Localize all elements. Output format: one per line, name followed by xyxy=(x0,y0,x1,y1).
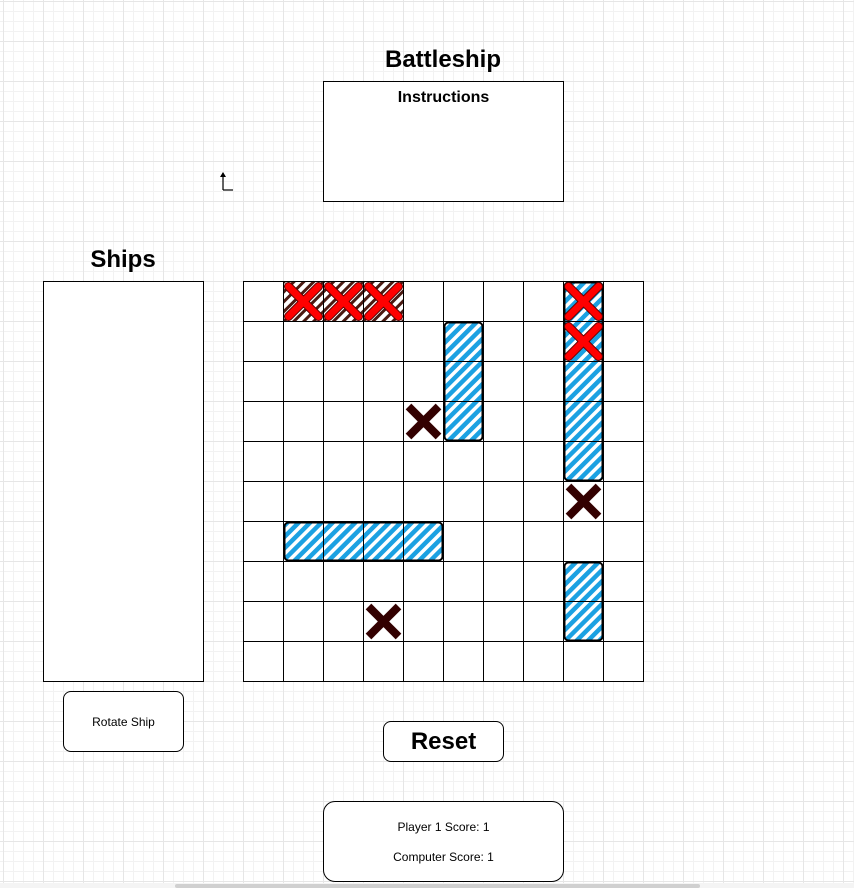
board-cell[interactable] xyxy=(283,561,324,602)
board-cell[interactable] xyxy=(603,521,644,562)
board-cell[interactable] xyxy=(363,561,404,602)
board-cell[interactable] xyxy=(283,401,324,442)
board-cell[interactable] xyxy=(483,561,524,602)
board-cell[interactable] xyxy=(363,641,404,682)
board-cell[interactable] xyxy=(283,481,324,522)
board-cell[interactable] xyxy=(563,521,604,562)
game-title: Battleship xyxy=(384,46,501,73)
board-cell[interactable] xyxy=(323,441,364,482)
instructions-panel: Instructions xyxy=(323,81,564,202)
board-cell[interactable] xyxy=(243,561,284,602)
player-score: Player 1 Score: 1 xyxy=(397,820,490,834)
board-cell[interactable] xyxy=(323,601,364,642)
scrollbar-thumb[interactable] xyxy=(175,884,700,888)
board-cell[interactable] xyxy=(363,401,404,442)
board-cell[interactable] xyxy=(523,441,564,482)
board-cell[interactable] xyxy=(603,441,644,482)
board-cell[interactable] xyxy=(243,641,284,682)
board-cell[interactable] xyxy=(403,321,444,362)
board-cell[interactable] xyxy=(443,441,484,482)
board-cell[interactable] xyxy=(603,321,644,362)
board-cell[interactable] xyxy=(363,321,404,362)
board-cell[interactable] xyxy=(523,641,564,682)
board-cell[interactable] xyxy=(403,281,444,322)
ship[interactable] xyxy=(443,321,484,442)
board-cell[interactable] xyxy=(323,561,364,602)
board-cell[interactable] xyxy=(283,361,324,402)
board-cell[interactable] xyxy=(443,561,484,602)
board-cell[interactable] xyxy=(403,361,444,402)
board-cell[interactable] xyxy=(483,281,524,322)
board-cell[interactable] xyxy=(483,641,524,682)
board-cell[interactable] xyxy=(243,481,284,522)
ships-panel[interactable] xyxy=(43,281,204,682)
game-board[interactable] xyxy=(243,281,644,682)
board-cell[interactable] xyxy=(243,601,284,642)
board-cell[interactable] xyxy=(523,401,564,442)
board-cell[interactable] xyxy=(443,521,484,562)
board-cell[interactable] xyxy=(323,641,364,682)
board-cell[interactable] xyxy=(363,481,404,522)
board-cell[interactable] xyxy=(403,601,444,642)
board-cell[interactable] xyxy=(243,321,284,362)
ships-title: Ships xyxy=(90,246,156,273)
board-cell[interactable] xyxy=(603,281,644,322)
board-cell[interactable] xyxy=(603,481,644,522)
board-cell[interactable] xyxy=(483,321,524,362)
board-cell[interactable] xyxy=(443,281,484,322)
board-cell[interactable] xyxy=(523,361,564,402)
board-cell[interactable] xyxy=(483,601,524,642)
board-cell[interactable] xyxy=(323,481,364,522)
board-cell[interactable] xyxy=(283,641,324,682)
board-cell[interactable] xyxy=(523,561,564,602)
rotate-ship-button[interactable]: Rotate Ship xyxy=(63,691,184,752)
scoreboard: Player 1 Score: 1 Computer Score: 1 xyxy=(323,801,564,882)
board-cell[interactable] xyxy=(483,361,524,402)
board-cell[interactable] xyxy=(323,401,364,442)
board-cell[interactable] xyxy=(243,441,284,482)
board-cell[interactable] xyxy=(403,641,444,682)
board-cell[interactable] xyxy=(603,601,644,642)
board-cell[interactable] xyxy=(523,481,564,522)
board-cell[interactable] xyxy=(483,481,524,522)
cursor-arrow-icon xyxy=(220,172,233,191)
board-cell[interactable] xyxy=(283,321,324,362)
instructions-title: Instructions xyxy=(397,89,490,106)
board-cell[interactable] xyxy=(443,601,484,642)
board-cell[interactable] xyxy=(243,361,284,402)
board-cell[interactable] xyxy=(523,601,564,642)
board-cell[interactable] xyxy=(243,281,284,322)
board-cell[interactable] xyxy=(563,641,604,682)
board-cell[interactable] xyxy=(523,521,564,562)
board-cell[interactable] xyxy=(483,401,524,442)
board-cell[interactable] xyxy=(363,441,404,482)
board-cell[interactable] xyxy=(323,321,364,362)
board-cell[interactable] xyxy=(483,441,524,482)
board-cell[interactable] xyxy=(323,361,364,402)
board-cell[interactable] xyxy=(603,561,644,602)
board-cell[interactable] xyxy=(243,401,284,442)
computer-score: Computer Score: 1 xyxy=(393,850,494,864)
board-cell[interactable] xyxy=(483,521,524,562)
board-cell[interactable] xyxy=(243,521,284,562)
board-cell[interactable] xyxy=(443,641,484,682)
board-cell[interactable] xyxy=(603,401,644,442)
board-cell[interactable] xyxy=(603,361,644,402)
reset-button[interactable]: Reset xyxy=(383,721,504,762)
board-cell[interactable] xyxy=(283,601,324,642)
board-cell[interactable] xyxy=(523,321,564,362)
board-cell[interactable] xyxy=(523,281,564,322)
board-cell[interactable] xyxy=(403,561,444,602)
board-cell[interactable] xyxy=(283,441,324,482)
board-cell[interactable] xyxy=(403,481,444,522)
board-cell[interactable] xyxy=(603,641,644,682)
board-cell[interactable] xyxy=(363,361,404,402)
board-cell[interactable] xyxy=(403,441,444,482)
board-cell[interactable] xyxy=(443,481,484,522)
